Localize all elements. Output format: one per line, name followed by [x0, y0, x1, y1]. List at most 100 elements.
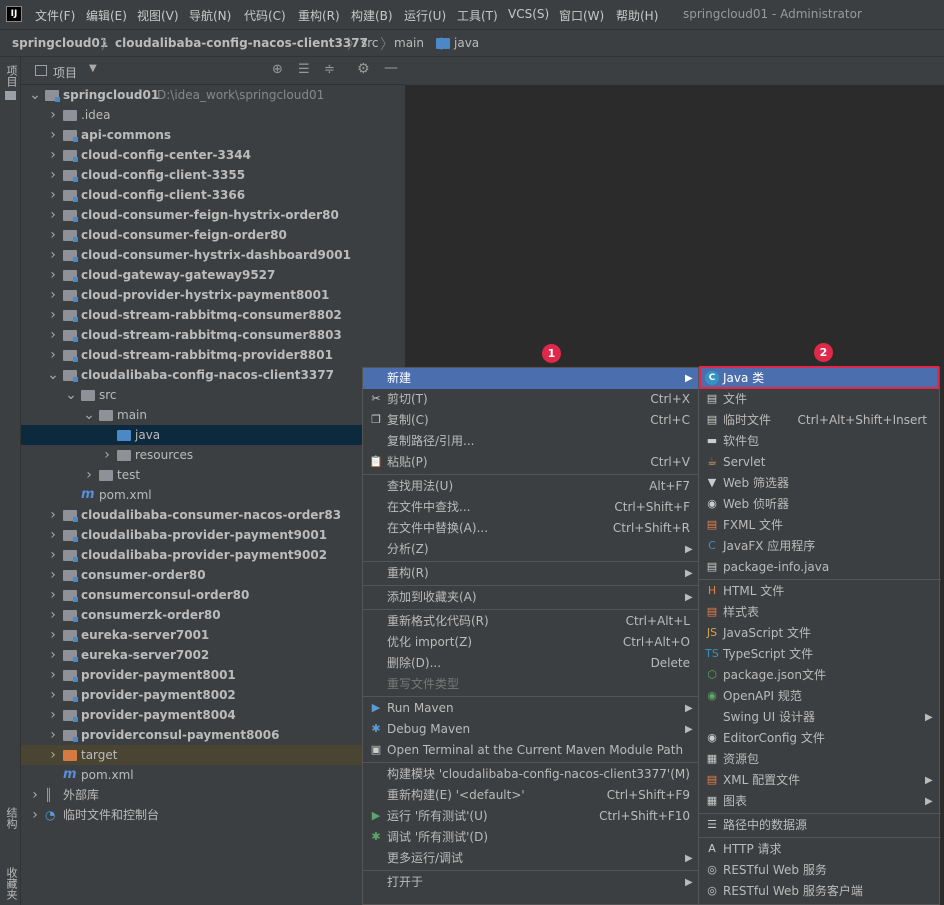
menu-item[interactable]: 编辑(E): [86, 7, 127, 24]
tree-item[interactable]: › .idea: [21, 105, 405, 125]
menu-item[interactable]: ▤ XML 配置文件 ▶: [699, 770, 939, 791]
menu-item[interactable]: 运行(U): [404, 7, 446, 24]
chevron-right-icon[interactable]: ›: [47, 125, 59, 145]
menu-item[interactable]: 窗口(W): [559, 7, 604, 24]
tree-item[interactable]: › ◔ 临时文件和控制台: [21, 805, 405, 825]
chevron-right-icon[interactable]: ›: [47, 525, 59, 545]
tree-item[interactable]: › consumer-order80: [21, 565, 405, 585]
chevron-right-icon[interactable]: ›: [47, 325, 59, 345]
tree-item[interactable]: › ║ 外部库: [21, 785, 405, 805]
tree-item[interactable]: › provider-payment8002: [21, 685, 405, 705]
menu-item[interactable]: 构建(B): [351, 7, 393, 24]
menu-item[interactable]: ▣ Open Terminal at the Current Maven Modu…: [363, 740, 698, 761]
menu-item[interactable]: ◉ EditorConfig 文件: [699, 728, 939, 749]
breadcrumb-item[interactable]: cloudalibaba-config-nacos-client3377: [115, 36, 368, 50]
menu-item[interactable]: ▤ FXML 文件: [699, 515, 939, 536]
tree-item[interactable]: › resources: [21, 445, 405, 465]
breadcrumb-item[interactable]: springcloud01: [12, 36, 108, 50]
menu-item[interactable]: 更多运行/调试 ▶: [363, 848, 698, 869]
chevron-right-icon[interactable]: ›: [47, 665, 59, 685]
expand-all-icon[interactable]: ☰: [298, 62, 310, 77]
menu-item[interactable]: 重新格式化代码(R) Ctrl+Alt+L: [363, 611, 698, 632]
menu-item[interactable]: ▤ 临时文件 Ctrl+Alt+Shift+Insert: [699, 410, 939, 431]
chevron-right-icon[interactable]: ›: [47, 565, 59, 585]
tree-item[interactable]: m pom.xml: [21, 765, 405, 785]
chevron-right-icon[interactable]: ›: [47, 345, 59, 365]
menu-item[interactable]: ▤ 文件: [699, 389, 939, 410]
tree-item[interactable]: › test: [21, 465, 405, 485]
chevron-right-icon[interactable]: ›: [47, 685, 59, 705]
hide-icon[interactable]: —: [384, 60, 398, 76]
chevron-down-icon[interactable]: ⌄: [29, 85, 41, 105]
menu-item[interactable]: ◎ RESTful Web 服务: [699, 860, 939, 881]
chevron-right-icon[interactable]: ›: [47, 105, 59, 125]
breadcrumb-item[interactable]: src: [361, 36, 379, 50]
menu-item[interactable]: ✱ 调试 '所有测试'(D): [363, 827, 698, 848]
menu-item[interactable]: 工具(T): [457, 7, 498, 24]
tree-item[interactable]: › cloud-stream-rabbitmq-provider8801: [21, 345, 405, 365]
menu-item[interactable]: ▼ Web 筛选器: [699, 473, 939, 494]
menu-item[interactable]: ☕ Servlet: [699, 452, 939, 473]
menu-item[interactable]: ⬡ package.json文件: [699, 665, 939, 686]
tool-tab-project[interactable]: 项目: [3, 65, 19, 87]
chevron-right-icon[interactable]: ›: [47, 545, 59, 565]
chevron-right-icon[interactable]: ›: [47, 725, 59, 745]
chevron-down-icon[interactable]: ⌄: [83, 405, 95, 425]
tree-item[interactable]: m pom.xml: [21, 485, 405, 505]
menu-item[interactable]: ✂ 剪切(T) Ctrl+X: [363, 389, 698, 410]
menu-item[interactable]: ◉ OpenAPI 规范: [699, 686, 939, 707]
menu-item[interactable]: 新建 ▶: [363, 368, 698, 389]
menu-item[interactable]: VCS(S): [508, 7, 549, 21]
breadcrumb-item[interactable]: main: [394, 36, 424, 50]
tree-item[interactable]: › cloud-stream-rabbitmq-consumer8802: [21, 305, 405, 325]
menu-item[interactable]: JS JavaScript 文件: [699, 623, 939, 644]
locate-icon[interactable]: ⊕: [272, 62, 283, 77]
chevron-down-icon[interactable]: ▼: [89, 63, 97, 74]
menu-item[interactable]: ☰ 路径中的数据源: [699, 815, 939, 836]
chevron-down-icon[interactable]: ⌄: [47, 365, 59, 385]
tree-item[interactable]: › provider-payment8001: [21, 665, 405, 685]
gear-icon[interactable]: ⚙: [357, 61, 370, 77]
menu-item[interactable]: 视图(V): [137, 7, 179, 24]
chevron-right-icon[interactable]: ›: [47, 705, 59, 725]
tree-item[interactable]: › cloud-stream-rabbitmq-consumer8803: [21, 325, 405, 345]
menu-item[interactable]: ▤ package-info.java: [699, 557, 939, 578]
tree-item[interactable]: ⌄ src: [21, 385, 405, 405]
tree-item[interactable]: › cloud-gateway-gateway9527: [21, 265, 405, 285]
tree-item[interactable]: › target: [21, 745, 405, 765]
chevron-right-icon[interactable]: ›: [47, 145, 59, 165]
tool-tab-structure[interactable]: 结构: [3, 807, 19, 829]
chevron-right-icon[interactable]: ›: [47, 625, 59, 645]
menu-item[interactable]: 在文件中查找... Ctrl+Shift+F: [363, 497, 698, 518]
tree-item[interactable]: › cloud-consumer-feign-order80: [21, 225, 405, 245]
chevron-right-icon[interactable]: ›: [47, 605, 59, 625]
menu-item[interactable]: 代码(C): [244, 7, 286, 24]
chevron-right-icon[interactable]: ›: [47, 505, 59, 525]
tree-item[interactable]: ⌄ springcloud01 D:\idea_work\springcloud01: [21, 85, 405, 105]
tree-item[interactable]: › consumerconsul-order80: [21, 585, 405, 605]
chevron-right-icon[interactable]: ›: [47, 165, 59, 185]
chevron-right-icon[interactable]: ›: [29, 805, 41, 825]
chevron-right-icon[interactable]: ›: [47, 745, 59, 765]
menu-item[interactable]: ▶ 运行 '所有测试'(U) Ctrl+Shift+F10: [363, 806, 698, 827]
tree-item[interactable]: › cloud-config-client-3355: [21, 165, 405, 185]
tree-item[interactable]: › api-commons: [21, 125, 405, 145]
tree-item[interactable]: › cloudalibaba-provider-payment9002: [21, 545, 405, 565]
menu-item[interactable]: Swing UI 设计器 ▶: [699, 707, 939, 728]
menu-item[interactable]: ◎ RESTful Web 服务客户端: [699, 881, 939, 902]
tree-item[interactable]: › cloud-provider-hystrix-payment8001: [21, 285, 405, 305]
tree-item[interactable]: › cloud-consumer-feign-hystrix-order80: [21, 205, 405, 225]
menu-item[interactable]: 查找用法(U) Alt+F7: [363, 476, 698, 497]
menu-item[interactable]: C JavaFX 应用程序: [699, 536, 939, 557]
chevron-right-icon[interactable]: ›: [47, 285, 59, 305]
tree-item[interactable]: › cloud-config-client-3366: [21, 185, 405, 205]
menu-item[interactable]: 复制路径/引用...: [363, 431, 698, 452]
tree-item[interactable]: ⌄ cloudalibaba-config-nacos-client3377: [21, 365, 405, 385]
tree-item[interactable]: › eureka-server7002: [21, 645, 405, 665]
collapse-all-icon[interactable]: ≑: [324, 62, 335, 77]
menu-item[interactable]: 帮助(H): [616, 7, 658, 24]
menu-item[interactable]: ✱ Debug Maven ▶: [363, 719, 698, 740]
tree-item[interactable]: ⌄ main: [21, 405, 405, 425]
tree-item[interactable]: › cloud-consumer-hystrix-dashboard9001: [21, 245, 405, 265]
chevron-right-icon[interactable]: ›: [47, 645, 59, 665]
